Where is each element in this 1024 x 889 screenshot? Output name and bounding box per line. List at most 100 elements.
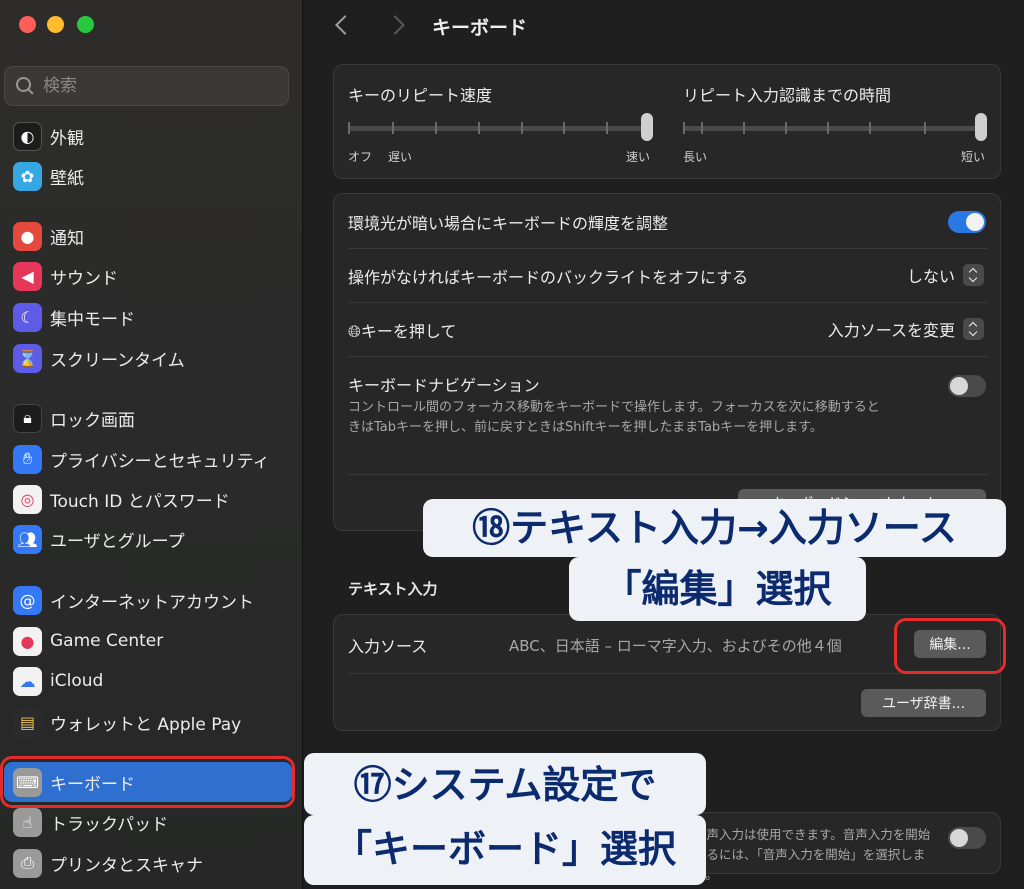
repeat-settings-card: キーのリピート速度 オフ 遅い 速い リピート入力認識までの時間 長い 短い: [333, 64, 1001, 179]
trackpad-icon: ☝: [13, 807, 42, 837]
appearance-icon: ◐: [13, 121, 42, 151]
sidebar-item-sound[interactable]: ◀ サウンド: [4, 256, 292, 296]
sidebar-item-label: プリンタとスキャナ: [50, 855, 203, 876]
speaker-icon: ◀: [13, 261, 42, 291]
bell-icon: ●: [13, 221, 42, 251]
backlight-off-row: 操作がなければキーボードのバックライトをオフにする しない: [334, 248, 1002, 302]
ambient-light-label: 環境光が暗い場合にキーボードの輝度を調整: [348, 214, 669, 233]
globe-icon: 🌐︎: [348, 322, 361, 341]
backlight-off-value: しない: [906, 267, 955, 286]
sidebar-item-label: トラックパッド: [50, 814, 169, 835]
sidebar-item-label: ウォレットと Apple Pay: [50, 714, 242, 735]
sidebar-item-label: 通知: [50, 228, 84, 249]
step18-callout-line1: ⑱テキスト入力→入力ソース: [423, 499, 1006, 557]
sidebar-item-label: iCloud: [50, 671, 104, 691]
ambient-light-toggle[interactable]: [948, 211, 986, 233]
dictation-description: 音声入力は使用できます。音声入力を開始するには、「音声入力を開始」を選択します。: [694, 827, 931, 882]
at-icon: @: [13, 585, 42, 615]
moon-icon: ☾: [13, 302, 42, 332]
dictation-toggle[interactable]: [948, 827, 986, 849]
sidebar-item-label: 壁紙: [50, 168, 84, 189]
sidebar-item-label: 外観: [50, 128, 84, 149]
ambient-light-row: 環境光が暗い場合にキーボードの輝度を調整: [334, 194, 1002, 248]
sidebar-item-touch-id[interactable]: ◎ Touch ID とパスワード: [4, 479, 292, 519]
sidebar-item-privacy[interactable]: ✋︎ プライバシーとセキュリティ: [4, 439, 292, 479]
sidebar-item-lock-screen[interactable]: 🔒︎ ロック画面: [4, 398, 292, 438]
globe-key-label: キーを押して: [360, 322, 457, 341]
sidebar-item-appearance[interactable]: ◐ 外観: [4, 116, 292, 156]
keyboard-navigation-description: コントロール間のフォーカス移動をキーボードで操作します。フォーカスを次に移動する…: [348, 400, 880, 435]
hand-icon: ✋︎: [13, 444, 42, 474]
keyboard-navigation-row: キーボードナビゲーション コントロール間のフォーカス移動をキーボードで操作します…: [334, 356, 1002, 474]
sidebar-item-users[interactable]: 👥︎ ユーザとグループ: [4, 519, 292, 559]
up-down-chevron-icon: [963, 264, 984, 286]
sidebar-item-notifications[interactable]: ● 通知: [4, 216, 292, 256]
forward-button[interactable]: [386, 12, 408, 40]
repeat-rate-slow-label: 遅い: [388, 150, 413, 164]
repeat-rate-label: キーのリピート速度: [348, 86, 493, 105]
globe-key-row: 🌐︎キーを押して 入力ソースを変更: [334, 302, 1002, 356]
keyboard-navigation-toggle[interactable]: [948, 375, 986, 397]
sidebar-item-label: Touch ID とパスワード: [50, 491, 230, 512]
sidebar-item-label: ユーザとグループ: [50, 531, 185, 552]
text-input-section-title: テキスト入力: [348, 580, 438, 598]
sidebar-item-screen-time[interactable]: ⌛ スクリーンタイム: [4, 338, 292, 378]
sidebar-item-label: インターネットアカウント: [50, 592, 254, 613]
input-sources-label: 入力ソース: [348, 637, 428, 656]
sidebar-item-label: ロック画面: [50, 410, 135, 431]
header: キーボード: [304, 0, 1024, 52]
sidebar-item-label: 集中モード: [50, 309, 135, 330]
keyboard-highlight-ring: [0, 756, 295, 808]
repeat-delay-label: リピート入力認識までの時間: [683, 86, 892, 105]
search-field[interactable]: [4, 66, 289, 106]
lock-icon: 🔒︎: [13, 403, 42, 433]
sidebar-item-icloud[interactable]: ☁ iCloud: [4, 661, 292, 701]
minimize-window-button[interactable]: [47, 16, 64, 33]
user-dictionary-button[interactable]: ユーザ辞書...: [861, 689, 986, 717]
up-down-chevron-icon: [963, 318, 984, 340]
repeat-rate-max-label: 速い: [626, 150, 651, 164]
sidebar-item-internet-accounts[interactable]: @ インターネットアカウント: [4, 580, 292, 620]
sidebar-item-label: サウンド: [50, 268, 118, 289]
users-icon: 👥︎: [13, 524, 42, 554]
sidebar-item-wallpaper[interactable]: ✿ 壁紙: [4, 156, 292, 196]
step18-callout-line2: 「編集」選択: [569, 557, 866, 621]
repeat-rate-slider-knob[interactable]: [641, 113, 653, 141]
cloud-icon: ☁: [13, 666, 42, 696]
wallet-icon: ▤: [13, 707, 42, 737]
repeat-delay-slider-knob[interactable]: [975, 113, 987, 141]
sidebar: ◐ 外観 ✿ 壁紙 ● 通知 ◀ サウンド ☾ 集中モード ⌛ スクリーンタイム…: [0, 0, 303, 889]
input-sources-value: ABC、日本語 – ローマ字入力、およびその他４個: [509, 637, 842, 655]
repeat-delay-max-label: 短い: [961, 150, 986, 164]
sidebar-item-label: Game Center: [50, 631, 164, 651]
sidebar-item-trackpad[interactable]: ☝ トラックパッド: [4, 802, 292, 842]
backlight-off-popup[interactable]: しない: [907, 263, 984, 287]
game-center-icon: ●: [13, 626, 42, 656]
zoom-window-button[interactable]: [77, 16, 94, 33]
sidebar-item-game-center[interactable]: ● Game Center: [4, 621, 292, 661]
search-input[interactable]: [43, 76, 263, 96]
search-icon: [15, 76, 35, 96]
hourglass-icon: ⌛: [13, 343, 42, 373]
wallpaper-icon: ✿: [13, 161, 42, 191]
printer-icon: ⎙: [13, 848, 42, 878]
sidebar-item-wallet[interactable]: ▤ ウォレットと Apple Pay: [4, 702, 292, 742]
sidebar-item-focus[interactable]: ☾ 集中モード: [4, 297, 292, 337]
globe-key-popup[interactable]: 入力ソースを変更: [828, 317, 984, 341]
sidebar-item-printers[interactable]: ⎙ プリンタとスキャナ: [4, 843, 292, 883]
step17-callout-line2: 「キーボード」選択: [304, 815, 706, 885]
repeat-delay-track[interactable]: [683, 126, 983, 131]
fingerprint-icon: ◎: [13, 484, 42, 514]
close-window-button[interactable]: [19, 16, 36, 33]
repeat-delay-min-label: 長い: [683, 150, 708, 164]
edit-button-highlight-ring: [894, 618, 1006, 674]
keyboard-options-card: 環境光が暗い場合にキーボードの輝度を調整 操作がなければキーボードのバックライト…: [333, 193, 1001, 531]
repeat-rate-min-label: オフ: [348, 150, 373, 164]
globe-key-value: 入力ソースを変更: [827, 321, 955, 340]
step17-callout-line1: ⑰システム設定で: [304, 753, 706, 815]
sidebar-item-label: プライバシーとセキュリティ: [50, 451, 270, 472]
globe-key-label-wrap: 🌐︎キーを押して: [348, 318, 456, 342]
backlight-off-label: 操作がなければキーボードのバックライトをオフにする: [348, 268, 749, 287]
back-button[interactable]: [332, 12, 354, 40]
keyboard-navigation-label: キーボードナビゲーション: [348, 376, 540, 395]
